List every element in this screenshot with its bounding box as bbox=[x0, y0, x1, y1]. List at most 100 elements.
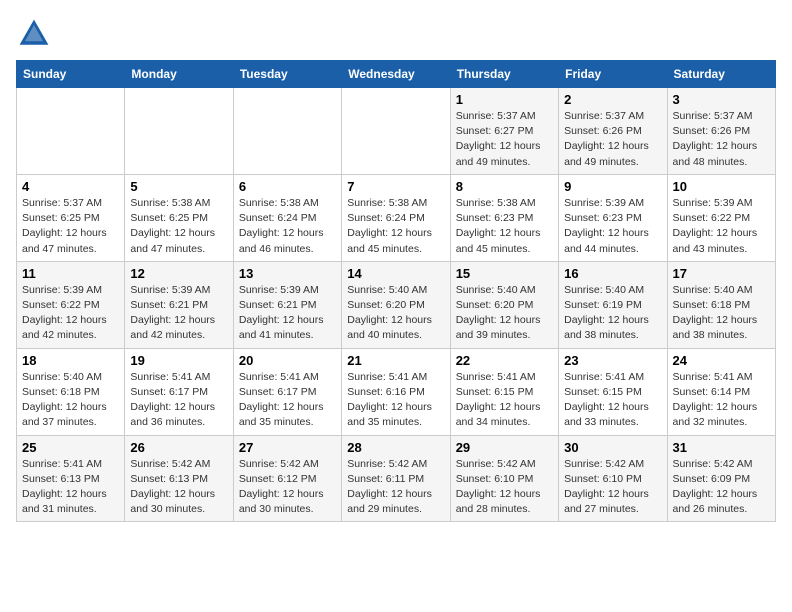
calendar-cell: 29 Sunrise: 5:42 AMSunset: 6:10 PMDaylig… bbox=[450, 435, 558, 522]
day-info: Sunrise: 5:37 AMSunset: 6:26 PMDaylight:… bbox=[564, 109, 661, 170]
calendar-cell bbox=[233, 88, 341, 175]
calendar-cell: 17 Sunrise: 5:40 AMSunset: 6:18 PMDaylig… bbox=[667, 261, 775, 348]
day-info: Sunrise: 5:41 AMSunset: 6:17 PMDaylight:… bbox=[130, 370, 227, 431]
weekday-header-cell: Thursday bbox=[450, 61, 558, 88]
calendar-cell: 13 Sunrise: 5:39 AMSunset: 6:21 PMDaylig… bbox=[233, 261, 341, 348]
weekday-header-cell: Monday bbox=[125, 61, 233, 88]
calendar-cell: 22 Sunrise: 5:41 AMSunset: 6:15 PMDaylig… bbox=[450, 348, 558, 435]
day-info: Sunrise: 5:38 AMSunset: 6:23 PMDaylight:… bbox=[456, 196, 553, 257]
page-header bbox=[16, 16, 776, 52]
calendar-cell: 12 Sunrise: 5:39 AMSunset: 6:21 PMDaylig… bbox=[125, 261, 233, 348]
day-info: Sunrise: 5:40 AMSunset: 6:19 PMDaylight:… bbox=[564, 283, 661, 344]
day-number: 28 bbox=[347, 440, 444, 455]
day-number: 23 bbox=[564, 353, 661, 368]
day-info: Sunrise: 5:38 AMSunset: 6:24 PMDaylight:… bbox=[239, 196, 336, 257]
logo-icon bbox=[16, 16, 52, 52]
day-info: Sunrise: 5:40 AMSunset: 6:18 PMDaylight:… bbox=[22, 370, 119, 431]
weekday-header-cell: Saturday bbox=[667, 61, 775, 88]
day-number: 25 bbox=[22, 440, 119, 455]
day-number: 2 bbox=[564, 92, 661, 107]
day-info: Sunrise: 5:41 AMSunset: 6:13 PMDaylight:… bbox=[22, 457, 119, 518]
day-info: Sunrise: 5:39 AMSunset: 6:23 PMDaylight:… bbox=[564, 196, 661, 257]
day-number: 9 bbox=[564, 179, 661, 194]
calendar-cell: 1 Sunrise: 5:37 AMSunset: 6:27 PMDayligh… bbox=[450, 88, 558, 175]
calendar-cell: 11 Sunrise: 5:39 AMSunset: 6:22 PMDaylig… bbox=[17, 261, 125, 348]
calendar-cell: 6 Sunrise: 5:38 AMSunset: 6:24 PMDayligh… bbox=[233, 174, 341, 261]
calendar-cell bbox=[342, 88, 450, 175]
day-info: Sunrise: 5:39 AMSunset: 6:22 PMDaylight:… bbox=[22, 283, 119, 344]
day-number: 1 bbox=[456, 92, 553, 107]
calendar-cell: 28 Sunrise: 5:42 AMSunset: 6:11 PMDaylig… bbox=[342, 435, 450, 522]
weekday-header-cell: Tuesday bbox=[233, 61, 341, 88]
calendar-cell bbox=[125, 88, 233, 175]
day-info: Sunrise: 5:37 AMSunset: 6:26 PMDaylight:… bbox=[673, 109, 770, 170]
calendar-week-row: 11 Sunrise: 5:39 AMSunset: 6:22 PMDaylig… bbox=[17, 261, 776, 348]
calendar-cell: 14 Sunrise: 5:40 AMSunset: 6:20 PMDaylig… bbox=[342, 261, 450, 348]
calendar-cell bbox=[17, 88, 125, 175]
calendar-cell: 21 Sunrise: 5:41 AMSunset: 6:16 PMDaylig… bbox=[342, 348, 450, 435]
calendar-week-row: 25 Sunrise: 5:41 AMSunset: 6:13 PMDaylig… bbox=[17, 435, 776, 522]
calendar-cell: 8 Sunrise: 5:38 AMSunset: 6:23 PMDayligh… bbox=[450, 174, 558, 261]
day-number: 8 bbox=[456, 179, 553, 194]
day-info: Sunrise: 5:42 AMSunset: 6:11 PMDaylight:… bbox=[347, 457, 444, 518]
day-number: 4 bbox=[22, 179, 119, 194]
day-info: Sunrise: 5:40 AMSunset: 6:20 PMDaylight:… bbox=[347, 283, 444, 344]
day-info: Sunrise: 5:42 AMSunset: 6:12 PMDaylight:… bbox=[239, 457, 336, 518]
day-info: Sunrise: 5:37 AMSunset: 6:25 PMDaylight:… bbox=[22, 196, 119, 257]
day-number: 27 bbox=[239, 440, 336, 455]
day-number: 13 bbox=[239, 266, 336, 281]
day-info: Sunrise: 5:41 AMSunset: 6:14 PMDaylight:… bbox=[673, 370, 770, 431]
calendar-body: 1 Sunrise: 5:37 AMSunset: 6:27 PMDayligh… bbox=[17, 88, 776, 522]
day-number: 21 bbox=[347, 353, 444, 368]
calendar-cell: 3 Sunrise: 5:37 AMSunset: 6:26 PMDayligh… bbox=[667, 88, 775, 175]
day-info: Sunrise: 5:37 AMSunset: 6:27 PMDaylight:… bbox=[456, 109, 553, 170]
day-info: Sunrise: 5:39 AMSunset: 6:22 PMDaylight:… bbox=[673, 196, 770, 257]
calendar-cell: 7 Sunrise: 5:38 AMSunset: 6:24 PMDayligh… bbox=[342, 174, 450, 261]
calendar-cell: 26 Sunrise: 5:42 AMSunset: 6:13 PMDaylig… bbox=[125, 435, 233, 522]
day-number: 18 bbox=[22, 353, 119, 368]
day-number: 11 bbox=[22, 266, 119, 281]
calendar-cell: 16 Sunrise: 5:40 AMSunset: 6:19 PMDaylig… bbox=[559, 261, 667, 348]
calendar-week-row: 1 Sunrise: 5:37 AMSunset: 6:27 PMDayligh… bbox=[17, 88, 776, 175]
calendar-cell: 24 Sunrise: 5:41 AMSunset: 6:14 PMDaylig… bbox=[667, 348, 775, 435]
logo bbox=[16, 16, 56, 52]
calendar-cell: 10 Sunrise: 5:39 AMSunset: 6:22 PMDaylig… bbox=[667, 174, 775, 261]
day-number: 10 bbox=[673, 179, 770, 194]
day-info: Sunrise: 5:42 AMSunset: 6:10 PMDaylight:… bbox=[456, 457, 553, 518]
day-info: Sunrise: 5:40 AMSunset: 6:20 PMDaylight:… bbox=[456, 283, 553, 344]
calendar-cell: 27 Sunrise: 5:42 AMSunset: 6:12 PMDaylig… bbox=[233, 435, 341, 522]
calendar-week-row: 4 Sunrise: 5:37 AMSunset: 6:25 PMDayligh… bbox=[17, 174, 776, 261]
calendar-cell: 5 Sunrise: 5:38 AMSunset: 6:25 PMDayligh… bbox=[125, 174, 233, 261]
day-number: 29 bbox=[456, 440, 553, 455]
day-info: Sunrise: 5:42 AMSunset: 6:10 PMDaylight:… bbox=[564, 457, 661, 518]
day-number: 20 bbox=[239, 353, 336, 368]
calendar-cell: 15 Sunrise: 5:40 AMSunset: 6:20 PMDaylig… bbox=[450, 261, 558, 348]
calendar-cell: 23 Sunrise: 5:41 AMSunset: 6:15 PMDaylig… bbox=[559, 348, 667, 435]
day-number: 5 bbox=[130, 179, 227, 194]
day-number: 14 bbox=[347, 266, 444, 281]
day-number: 16 bbox=[564, 266, 661, 281]
day-number: 31 bbox=[673, 440, 770, 455]
day-info: Sunrise: 5:42 AMSunset: 6:13 PMDaylight:… bbox=[130, 457, 227, 518]
day-info: Sunrise: 5:38 AMSunset: 6:25 PMDaylight:… bbox=[130, 196, 227, 257]
calendar-cell: 19 Sunrise: 5:41 AMSunset: 6:17 PMDaylig… bbox=[125, 348, 233, 435]
day-number: 19 bbox=[130, 353, 227, 368]
day-info: Sunrise: 5:38 AMSunset: 6:24 PMDaylight:… bbox=[347, 196, 444, 257]
day-number: 30 bbox=[564, 440, 661, 455]
day-number: 24 bbox=[673, 353, 770, 368]
day-number: 26 bbox=[130, 440, 227, 455]
weekday-header-cell: Friday bbox=[559, 61, 667, 88]
day-info: Sunrise: 5:41 AMSunset: 6:16 PMDaylight:… bbox=[347, 370, 444, 431]
day-info: Sunrise: 5:41 AMSunset: 6:15 PMDaylight:… bbox=[564, 370, 661, 431]
calendar-cell: 9 Sunrise: 5:39 AMSunset: 6:23 PMDayligh… bbox=[559, 174, 667, 261]
weekday-header-cell: Sunday bbox=[17, 61, 125, 88]
day-info: Sunrise: 5:39 AMSunset: 6:21 PMDaylight:… bbox=[239, 283, 336, 344]
calendar-cell: 31 Sunrise: 5:42 AMSunset: 6:09 PMDaylig… bbox=[667, 435, 775, 522]
day-number: 22 bbox=[456, 353, 553, 368]
day-number: 6 bbox=[239, 179, 336, 194]
calendar-table: SundayMondayTuesdayWednesdayThursdayFrid… bbox=[16, 60, 776, 522]
day-number: 15 bbox=[456, 266, 553, 281]
day-info: Sunrise: 5:42 AMSunset: 6:09 PMDaylight:… bbox=[673, 457, 770, 518]
day-info: Sunrise: 5:40 AMSunset: 6:18 PMDaylight:… bbox=[673, 283, 770, 344]
calendar-cell: 20 Sunrise: 5:41 AMSunset: 6:17 PMDaylig… bbox=[233, 348, 341, 435]
